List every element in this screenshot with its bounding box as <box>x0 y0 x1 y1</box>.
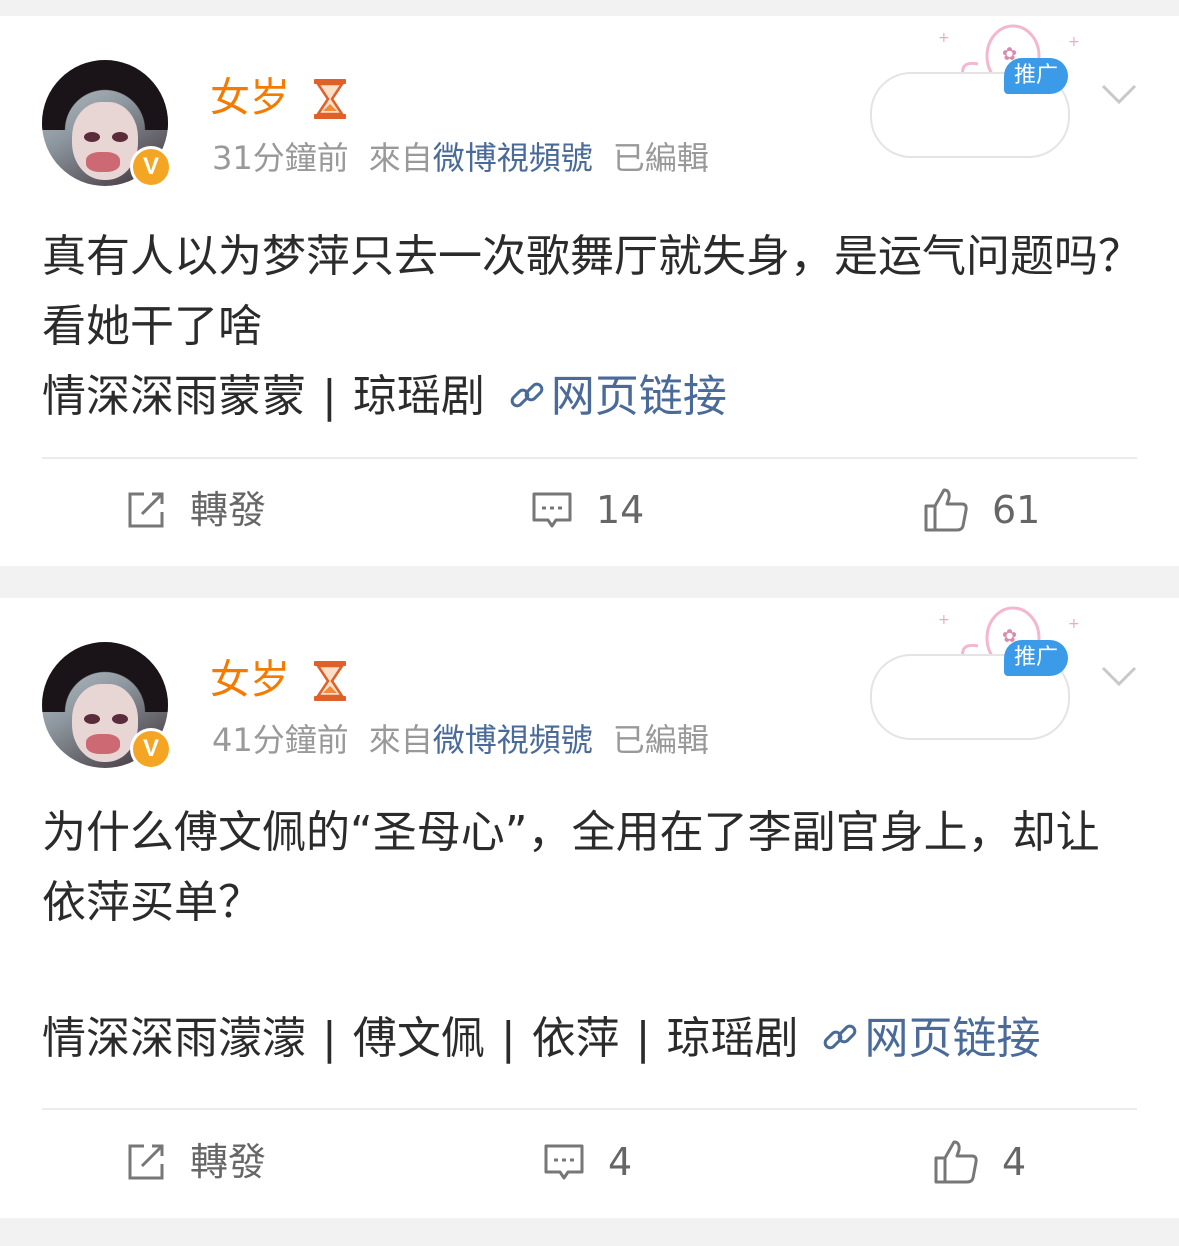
thumbs-up-icon <box>934 1140 978 1184</box>
svg-text:+: + <box>1068 34 1080 50</box>
post-time[interactable]: 31分鐘前 <box>212 139 349 177</box>
svg-text:+: + <box>938 612 950 628</box>
username[interactable]: 女岁 <box>210 656 290 704</box>
comment-count: 14 <box>596 488 645 532</box>
like-count: 61 <box>992 488 1041 532</box>
comment-icon <box>532 492 572 528</box>
source-link[interactable]: 微博視頻號 <box>433 139 593 177</box>
svg-text:+: + <box>938 30 950 46</box>
web-link[interactable]: 网页链接 <box>864 1013 1040 1064</box>
repost-label: 轉發 <box>190 1140 267 1184</box>
promo-tag: 推广 <box>1004 58 1068 94</box>
comment-count: 4 <box>608 1140 633 1184</box>
source-prefix: 來自 <box>368 139 433 177</box>
comment-button[interactable]: 14 <box>530 486 644 534</box>
post-tags: 情深深雨濛濛 | 傅文佩 | 依萍 | 琼瑶剧 网页链接 <box>42 1004 1040 1074</box>
username[interactable]: 女岁 <box>210 74 290 122</box>
like-button[interactable]: 4 <box>932 1138 1026 1186</box>
tag-item: 情深深雨蒙蒙 <box>42 371 306 422</box>
tag-item: 琼瑶剧 <box>666 1013 799 1064</box>
verified-badge: V <box>130 728 172 770</box>
post-time[interactable]: 41分鐘前 <box>212 721 349 759</box>
chevron-down-icon[interactable] <box>1099 656 1139 696</box>
tag-item: 依萍 <box>531 1013 620 1064</box>
avatar-eye <box>112 132 128 142</box>
edited-label[interactable]: 已編輯 <box>613 721 709 759</box>
repost-icon <box>128 492 164 528</box>
verified-icon: V <box>133 731 169 767</box>
avatar-eye <box>112 714 128 724</box>
repost-icon <box>128 1144 164 1180</box>
avatar-mark <box>86 152 120 172</box>
repost-button[interactable]: 轉發 <box>124 1138 266 1186</box>
source-link[interactable]: 微博視頻號 <box>433 721 593 759</box>
svg-text:+: + <box>1068 616 1080 632</box>
comment-icon <box>544 1144 584 1180</box>
post-text: 为什么傅文佩的“圣母心”，全用在了李副官身上，却让依萍买单？ <box>42 807 1100 928</box>
hourglass-icon <box>314 79 346 119</box>
tag-item: 情深深雨濛濛 <box>42 1013 306 1064</box>
hourglass-icon <box>314 661 346 701</box>
tag-item: 傅文佩 <box>352 1013 485 1064</box>
tag-separator: | <box>500 1013 516 1064</box>
like-count: 4 <box>1002 1140 1027 1184</box>
verified-badge: V <box>130 146 172 188</box>
chevron-down-icon[interactable] <box>1099 74 1139 114</box>
divider <box>42 457 1137 459</box>
avatar-eye <box>84 714 100 724</box>
tag-separator: | <box>322 1013 337 1064</box>
post-meta: 31分鐘前 來自微博視頻號 已編輯 <box>212 136 709 180</box>
post-card: V 女岁 31分鐘前 來自微博視頻號 已編輯 ✿ + + 推广 真有人以为梦萍只去一… <box>0 16 1179 566</box>
avatar-eye <box>84 132 100 142</box>
edited-label[interactable]: 已編輯 <box>613 139 709 177</box>
post-card: V 女岁 41分鐘前 來自微博視頻號 已編輯 ✿ + + 推广 为什么傅文佩的“圣母… <box>0 598 1179 1218</box>
post-text: 真有人以为梦萍只去一次歌舞厅就失身，是运气问题吗？看她干了啥 <box>42 231 1142 352</box>
tag-separator: | <box>322 371 337 422</box>
post-meta: 41分鐘前 來自微博視頻號 已編輯 <box>212 718 709 762</box>
web-link[interactable]: 网页链接 <box>551 371 727 422</box>
promo-widget[interactable]: ✿ + + 推广 <box>868 598 1098 748</box>
like-button[interactable]: 61 <box>922 486 1040 534</box>
divider <box>42 1108 1137 1110</box>
post-tags: 情深深雨蒙蒙 | 琼瑶剧 网页链接 <box>42 362 727 432</box>
repost-button[interactable]: 轉發 <box>124 486 266 534</box>
tag-separator: | <box>635 1013 651 1064</box>
link-icon <box>510 382 544 408</box>
avatar-mark <box>86 734 120 754</box>
link-icon <box>824 1024 857 1050</box>
tag-item: 琼瑶剧 <box>352 371 485 422</box>
thumbs-up-icon <box>924 488 968 532</box>
verified-icon: V <box>133 149 169 185</box>
promo-tag: 推广 <box>1004 640 1068 676</box>
promo-widget[interactable]: ✿ + + 推广 <box>868 16 1098 166</box>
repost-label: 轉發 <box>190 488 267 532</box>
source-prefix: 來自 <box>368 721 433 759</box>
comment-button[interactable]: 4 <box>542 1138 632 1186</box>
